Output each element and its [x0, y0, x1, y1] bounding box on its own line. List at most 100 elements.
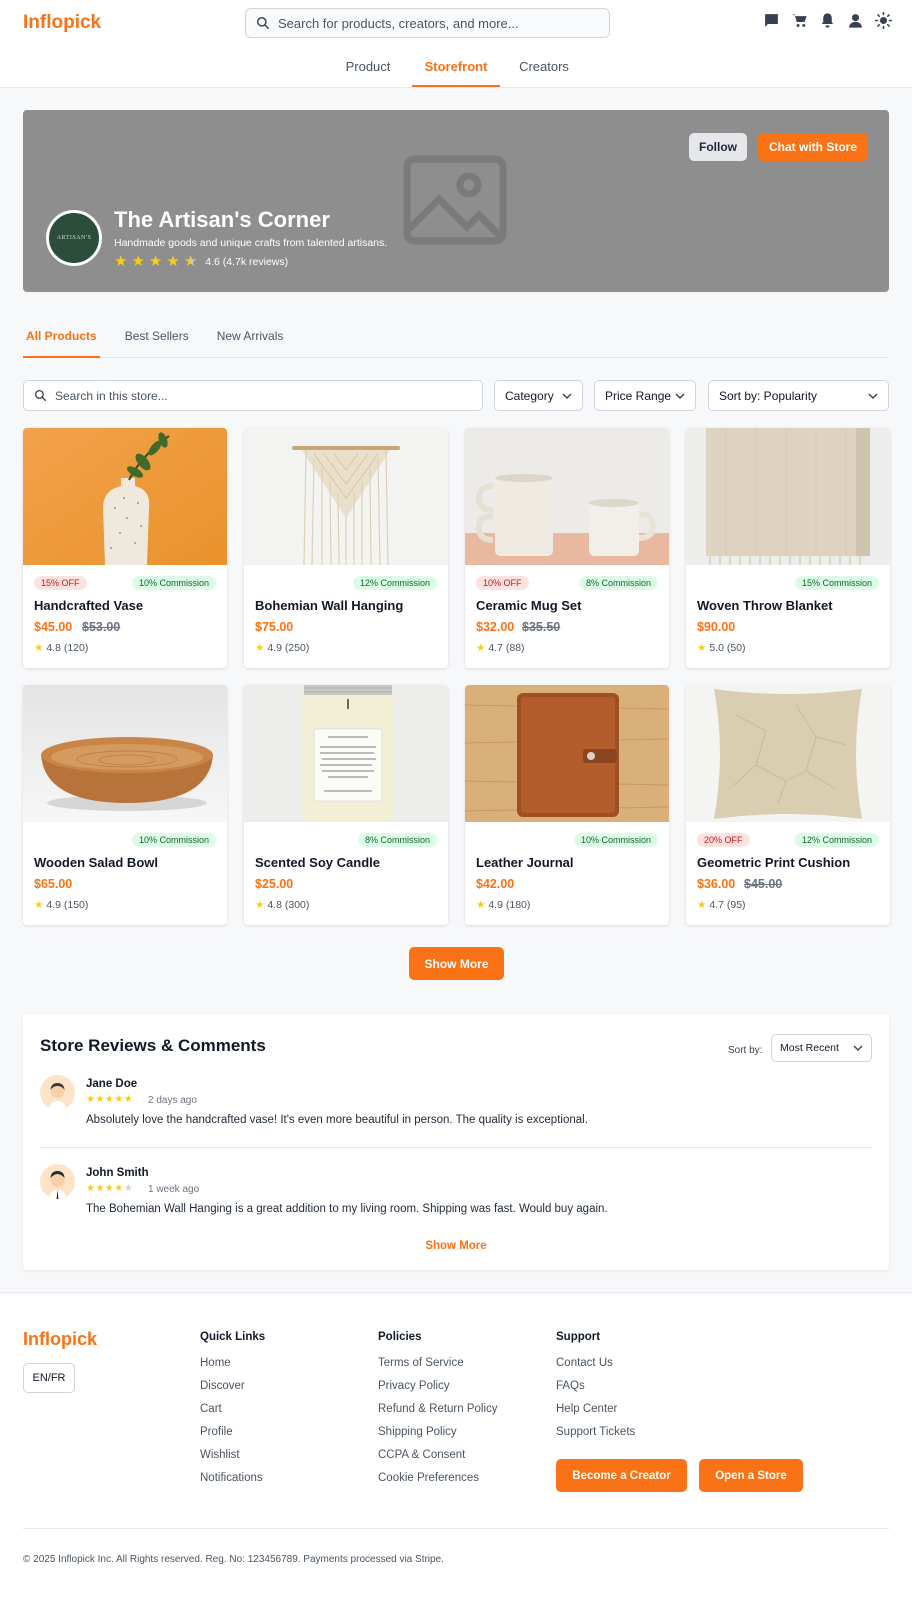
avatar	[40, 1075, 75, 1110]
product-name[interactable]: Scented Soy Candle	[255, 855, 380, 870]
reviewer-name: John Smith	[86, 1167, 149, 1179]
product-card[interactable]: 12% Commission Bohemian Wall Hanging $75…	[244, 428, 448, 668]
commission-badge: 12% Commission	[352, 576, 437, 590]
follow-button[interactable]: Follow	[689, 133, 747, 161]
product-card[interactable]: 15% OFF 10% Commission Handcrafted Vase …	[23, 428, 227, 668]
product-card[interactable]: 15% Commission Woven Throw Blanket $90.0…	[686, 428, 890, 668]
chevron-down-icon	[868, 393, 878, 399]
product-price: $65.00	[34, 877, 73, 891]
product-card[interactable]: 8% Commission Scented Soy Candle $25.00 …	[244, 685, 448, 925]
show-more-products-button[interactable]: Show More	[409, 947, 504, 980]
product-old-price: $53.00	[82, 620, 121, 634]
discount-badge: 20% OFF	[697, 833, 750, 847]
product-image	[686, 428, 890, 565]
tab-creators[interactable]: Creators	[500, 48, 588, 87]
footer-link-help[interactable]: Help Center	[556, 1403, 635, 1417]
product-old-price: $35.50	[522, 620, 561, 634]
review-time: 1 week ago	[148, 1184, 200, 1195]
product-price: $25.00	[255, 877, 294, 891]
search-input[interactable]	[278, 15, 588, 31]
footer-link-discover[interactable]: Discover	[200, 1380, 265, 1394]
bell-icon[interactable]	[818, 11, 836, 29]
product-name[interactable]: Ceramic Mug Set	[476, 598, 581, 613]
chat-icon[interactable]	[762, 11, 780, 29]
product-rating: ★ 4.9 (180)	[476, 899, 531, 911]
store-search[interactable]	[23, 380, 483, 411]
footer-link-tickets[interactable]: Support Tickets	[556, 1426, 635, 1440]
product-price: $75.00	[255, 620, 294, 634]
footer-logo[interactable]: Inflopick	[23, 1329, 97, 1350]
footer-link-terms[interactable]: Terms of Service	[378, 1357, 498, 1371]
product-card[interactable]: 10% Commission Wooden Salad Bowl $65.00 …	[23, 685, 227, 925]
product-name[interactable]: Woven Throw Blanket	[697, 598, 833, 613]
star-icon: ★	[148, 253, 163, 270]
star-icon: ★	[476, 642, 486, 654]
tab-product[interactable]: Product	[324, 48, 412, 87]
sort-dropdown[interactable]: Sort by: Popularity	[708, 380, 889, 411]
language-toggle[interactable]: EN/FR	[23, 1363, 75, 1393]
review-text: The Bohemian Wall Hanging is a great add…	[86, 1203, 608, 1215]
tab-new-arrivals[interactable]: New Arrivals	[214, 322, 287, 358]
store-search-input[interactable]	[55, 388, 455, 403]
star-icon: ★	[697, 899, 707, 911]
product-rating: ★ 4.7 (88)	[476, 642, 525, 654]
rating-text: 4.6 (4.7k reviews)	[205, 256, 289, 268]
product-card[interactable]: 10% OFF 8% Commission Ceramic Mug Set $3…	[465, 428, 669, 668]
sun-icon[interactable]	[874, 11, 892, 29]
become-creator-button[interactable]: Become a Creator	[556, 1459, 687, 1492]
product-rating: ★ 4.9 (150)	[34, 899, 89, 911]
product-rating: ★ 4.7 (95)	[697, 899, 746, 911]
review-time: 2 days ago	[148, 1095, 197, 1106]
star-icon: ★	[34, 642, 44, 654]
footer-link-faqs[interactable]: FAQs	[556, 1380, 635, 1394]
footer-link-wishlist[interactable]: Wishlist	[200, 1449, 265, 1463]
product-price: $32.00	[476, 620, 515, 634]
star-icon: ★	[697, 642, 707, 654]
product-name[interactable]: Handcrafted Vase	[34, 598, 143, 613]
product-name[interactable]: Bohemian Wall Hanging	[255, 598, 403, 613]
product-card[interactable]: 20% OFF 12% Commission Geometric Print C…	[686, 685, 890, 925]
logo[interactable]: Inflopick	[23, 12, 101, 34]
product-name[interactable]: Geometric Print Cushion	[697, 855, 850, 870]
tab-best-sellers[interactable]: Best Sellers	[122, 322, 192, 358]
product-rating: ★ 5.0 (50)	[697, 642, 746, 654]
half-star-icon: ★	[183, 253, 198, 270]
search-icon	[257, 17, 269, 29]
footer-link-privacy[interactable]: Privacy Policy	[378, 1380, 498, 1394]
open-store-button[interactable]: Open a Store	[699, 1459, 803, 1492]
footer-link-cart[interactable]: Cart	[200, 1403, 265, 1417]
product-card[interactable]: 10% Commission Leather Journal $42.00 ★ …	[465, 685, 669, 925]
footer-link-home[interactable]: Home	[200, 1357, 265, 1371]
store-avatar: ARTISAN'S	[46, 210, 102, 266]
product-rating: ★ 4.9 (250)	[255, 642, 310, 654]
store-banner: ARTISAN'S The Artisan's Corner Handmade …	[23, 110, 889, 292]
reviews-sort-dropdown[interactable]: Most Recent	[771, 1034, 872, 1062]
commission-badge: 8% Commission	[357, 833, 437, 847]
footer-link-contact[interactable]: Contact Us	[556, 1357, 635, 1371]
product-image	[465, 428, 669, 565]
product-price: $90.00	[697, 620, 736, 634]
show-more-reviews-button[interactable]: Show More	[23, 1240, 889, 1252]
tab-all-products[interactable]: All Products	[23, 322, 100, 358]
product-image	[244, 685, 448, 822]
global-search[interactable]	[245, 8, 610, 38]
star-icon: ★	[255, 899, 265, 911]
product-name[interactable]: Leather Journal	[476, 855, 574, 870]
footer-link-ccpa[interactable]: CCPA & Consent	[378, 1449, 498, 1463]
footer-link-profile[interactable]: Profile	[200, 1426, 265, 1440]
store-rating: ★ ★ ★ ★ ★ 4.6 (4.7k reviews)	[114, 253, 289, 270]
price-range-dropdown[interactable]: Price Range	[594, 380, 696, 411]
footer-link-notifications[interactable]: Notifications	[200, 1472, 265, 1486]
discount-badge: 15% OFF	[34, 576, 87, 590]
tab-storefront[interactable]: Storefront	[412, 48, 500, 87]
footer-link-cookies[interactable]: Cookie Preferences	[378, 1472, 498, 1486]
cart-icon[interactable]	[790, 11, 808, 29]
product-name[interactable]: Wooden Salad Bowl	[34, 855, 158, 870]
user-icon[interactable]	[846, 11, 864, 29]
commission-badge: 15% Commission	[794, 576, 879, 590]
category-dropdown[interactable]: Category	[494, 380, 583, 411]
chat-with-store-button[interactable]: Chat with Store	[758, 133, 868, 161]
footer-link-shipping[interactable]: Shipping Policy	[378, 1426, 498, 1440]
product-price: $42.00	[476, 877, 515, 891]
footer-link-refund[interactable]: Refund & Return Policy	[378, 1403, 498, 1417]
